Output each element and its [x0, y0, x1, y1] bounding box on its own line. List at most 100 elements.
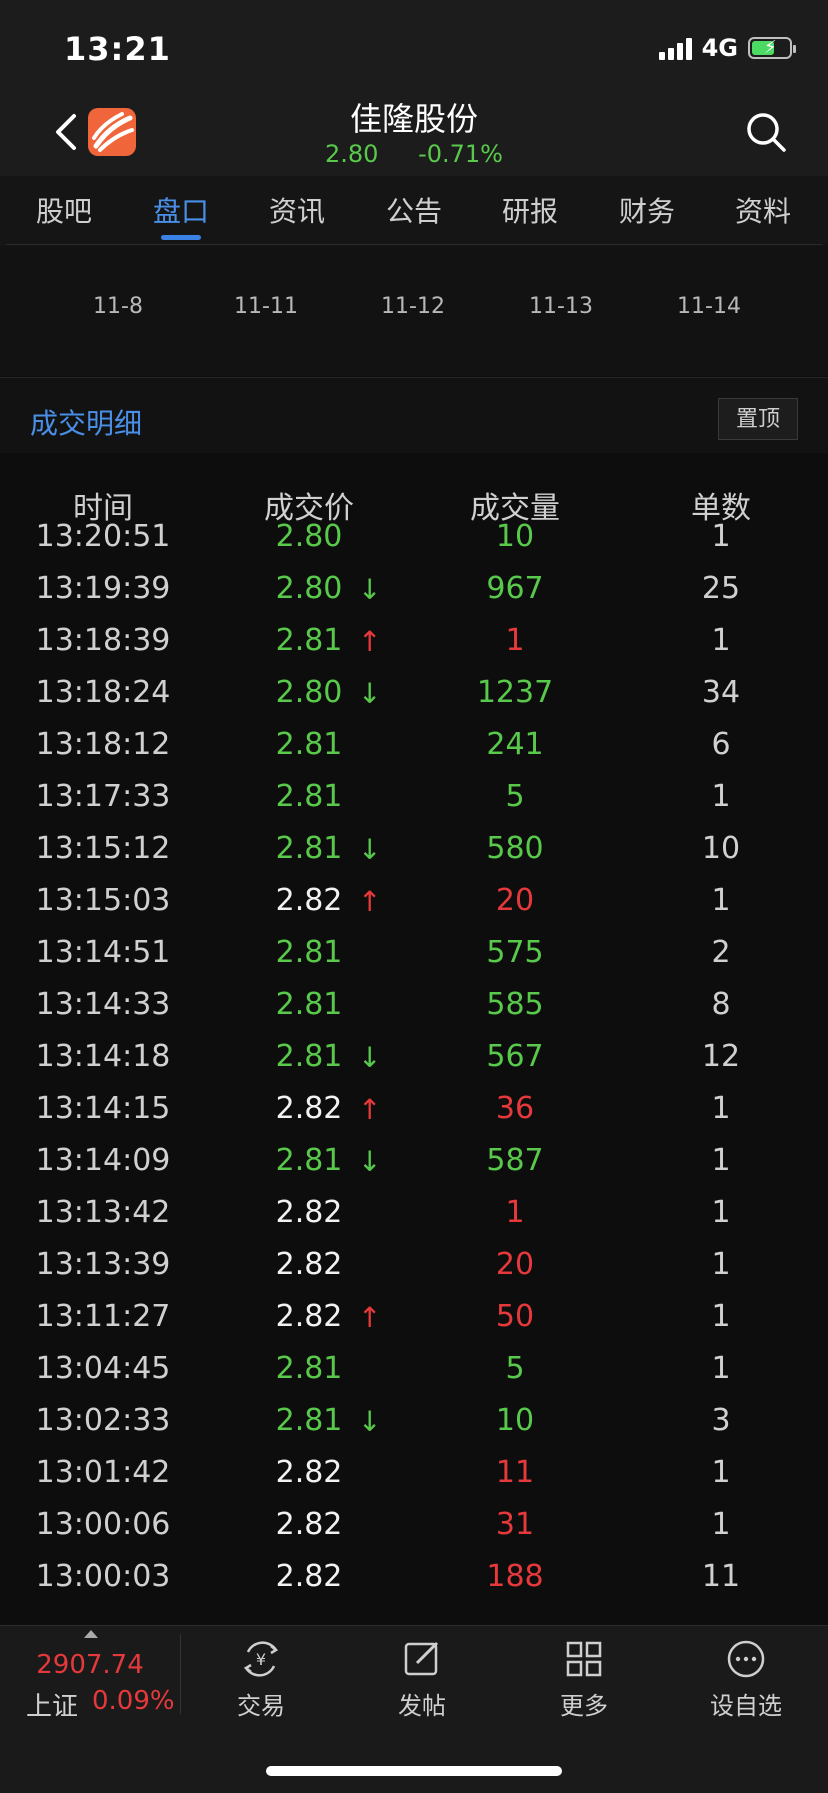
- trade-price: 2.81: [275, 1143, 343, 1178]
- trade-time: 13:17:33: [35, 779, 171, 814]
- home-indicator[interactable]: [266, 1766, 562, 1776]
- trade-icon: ¥: [243, 1641, 279, 1677]
- stock-quote: 2.80 -0.71%: [0, 140, 828, 168]
- table-row: 13:20:51 2.80 10 1: [0, 513, 828, 565]
- trade-price: 2.82: [275, 1507, 343, 1542]
- trade-time: 13:14:09: [35, 1143, 171, 1178]
- trade-time: 13:18:12: [35, 727, 171, 762]
- trade-price: 2.81: [275, 1351, 343, 1386]
- more-button[interactable]: 更多: [524, 1638, 644, 1728]
- pin-to-top-button[interactable]: 置顶: [718, 398, 798, 440]
- trade-volume: 585: [486, 987, 544, 1022]
- trade-price: 2.81: [275, 987, 343, 1022]
- trade-volume: 10: [495, 1403, 535, 1438]
- section-title: 成交明细: [30, 407, 143, 440]
- battery-icon: ⚡: [748, 37, 796, 59]
- signal-icon: [658, 36, 692, 60]
- tab-finance[interactable]: 财务: [597, 190, 697, 230]
- trade-volume: 20: [495, 1247, 535, 1282]
- trade-count: 1: [711, 519, 731, 554]
- trade-volume: 10: [495, 519, 535, 554]
- arrow-down-icon: ↓: [358, 677, 382, 710]
- arrow-up-icon: ↑: [358, 1093, 382, 1126]
- index-value: 2907.74: [36, 1650, 144, 1680]
- date-item[interactable]: 11-12: [353, 294, 473, 319]
- arrow-down-icon: ↓: [358, 1145, 382, 1178]
- trade-time: 13:14:51: [35, 935, 171, 970]
- trade-volume: 575: [486, 935, 544, 970]
- trade-time: 13:14:18: [35, 1039, 171, 1074]
- more-label: 更多: [560, 1692, 608, 1720]
- toolbar-divider: [180, 1634, 181, 1714]
- trade-count: 11: [701, 1559, 741, 1594]
- table-row: 13:14:15 2.82 36 1 ↑: [0, 1085, 828, 1137]
- trade-time: 13:00:06: [35, 1507, 171, 1542]
- arrow-up-icon: ↑: [358, 1301, 382, 1334]
- table-row: 13:01:42 2.82 11 1: [0, 1449, 828, 1501]
- trade-price: 2.81: [275, 779, 343, 814]
- tab-announcements[interactable]: 公告: [364, 190, 464, 230]
- trade-volume: 31: [495, 1507, 535, 1542]
- trade-button[interactable]: ¥ 交易: [201, 1638, 321, 1728]
- trade-count: 1: [711, 883, 731, 918]
- trade-count: 3: [711, 1403, 731, 1438]
- table-row: 13:14:18 2.81 567 12 ↓: [0, 1033, 828, 1085]
- trade-count: 1: [711, 1195, 731, 1230]
- trade-price: 2.81: [275, 1039, 343, 1074]
- trade-volume: 1: [505, 623, 525, 658]
- trade-volume: 1237: [476, 675, 554, 710]
- add-watchlist-button[interactable]: 设自选: [686, 1638, 806, 1728]
- trade-time: 13:18:24: [35, 675, 171, 710]
- table-row: 13:15:12 2.81 580 10 ↓: [0, 825, 828, 877]
- trade-volume: 5: [505, 779, 525, 814]
- trade-count: 2: [711, 935, 731, 970]
- date-item[interactable]: 11-13: [501, 294, 621, 319]
- table-row: 13:11:27 2.82 50 1 ↑: [0, 1293, 828, 1345]
- arrow-up-icon: ↑: [358, 625, 382, 658]
- tabs-divider: [6, 244, 822, 245]
- trade-volume: 967: [486, 571, 544, 606]
- nav-header: 佳隆股份 2.80 -0.71%: [0, 90, 828, 176]
- index-name: 上证: [26, 1692, 79, 1722]
- trade-time: 13:18:39: [35, 623, 171, 658]
- compose-post-button[interactable]: 发帖: [362, 1638, 482, 1728]
- table-row: 13:14:33 2.81 585 8: [0, 981, 828, 1033]
- index-ticker[interactable]: 2907.74 上证 0.09%: [0, 1626, 180, 1726]
- trade-time: 13:11:27: [35, 1299, 171, 1334]
- network-type: 4G: [701, 34, 738, 62]
- tab-pankou[interactable]: 盘口: [131, 190, 231, 230]
- tab-research[interactable]: 研报: [480, 190, 580, 230]
- trade-label: 交易: [237, 1692, 285, 1720]
- trade-volume: 1: [505, 1195, 525, 1230]
- trade-time: 13:15:03: [35, 883, 171, 918]
- stock-price: 2.80: [325, 140, 379, 168]
- tab-guba[interactable]: 股吧: [14, 190, 114, 230]
- trade-count: 1: [711, 1507, 731, 1542]
- status-time: 13:21: [64, 30, 171, 68]
- tab-news[interactable]: 资讯: [247, 190, 347, 230]
- trade-detail-header: 成交明细 置顶: [0, 377, 828, 454]
- tab-profile[interactable]: 资料: [713, 190, 813, 230]
- date-item[interactable]: 11-14: [649, 294, 769, 319]
- trade-price: 2.81: [275, 1403, 343, 1438]
- table-row: 13:13:42 2.82 1 1: [0, 1189, 828, 1241]
- index-change: 0.09%: [92, 1686, 175, 1716]
- table-row: 13:19:39 2.80 967 25 ↓: [0, 565, 828, 617]
- compose-icon: [404, 1641, 439, 1676]
- trade-detail-table: 时间 成交价 成交量 单数 13:20:51 2.80 10 1 13:19:39 2.8…: [0, 453, 828, 1625]
- trade-count: 1: [711, 779, 731, 814]
- tab-bar: 股吧 盘口 资讯 公告 研报 财务 资料: [0, 176, 828, 246]
- trade-count: 25: [701, 571, 741, 606]
- date-item[interactable]: 11-11: [206, 294, 326, 319]
- search-icon[interactable]: [744, 110, 788, 154]
- status-bar: 13:21 4G ⚡: [0, 0, 828, 90]
- date-item[interactable]: 11-8: [58, 294, 178, 319]
- active-tab-indicator: [161, 235, 201, 240]
- trade-price: 2.81: [275, 727, 343, 762]
- table-row: 13:18:24 2.80 1237 34 ↓: [0, 669, 828, 721]
- more-dots-icon: [727, 1640, 765, 1678]
- trade-volume: 587: [486, 1143, 544, 1178]
- trade-price: 2.81: [275, 623, 343, 658]
- trade-price: 2.82: [275, 1195, 343, 1230]
- trade-count: 8: [711, 987, 731, 1022]
